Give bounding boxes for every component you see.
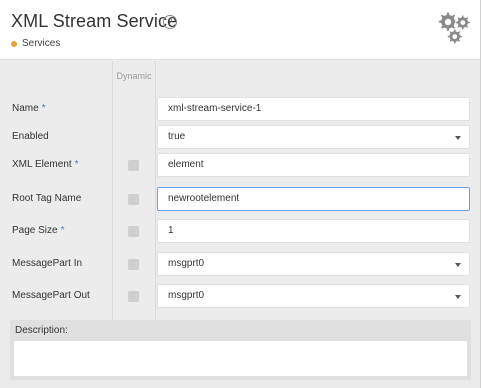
properties-form: Dynamic Name * xml-stream-service-1 Enabl…: [0, 61, 480, 320]
root-tag-name-dynamic-checkbox[interactable]: [128, 194, 139, 205]
chevron-down-icon: [455, 295, 461, 299]
chevron-down-icon: [455, 263, 461, 267]
messagepart-out-dynamic-checkbox[interactable]: [128, 291, 139, 302]
xml-element-input[interactable]: element: [157, 153, 470, 177]
enabled-select-value: true: [168, 131, 186, 142]
messagepart-in-dynamic-checkbox[interactable]: [128, 259, 139, 270]
required-marker: *: [74, 159, 79, 170]
messagepart-in-select[interactable]: msgprt0: [157, 252, 470, 276]
description-label: Description:: [15, 325, 68, 336]
root-tag-name-input[interactable]: newrootelement: [157, 187, 470, 211]
messagepart-out-select-value: msgprt0: [168, 290, 205, 301]
chevron-down-icon: [455, 136, 461, 140]
required-marker: *: [60, 225, 65, 236]
name-input[interactable]: xml-stream-service-1: [157, 97, 470, 121]
breadcrumb: Services: [11, 38, 60, 49]
help-icon[interactable]: ?: [163, 15, 177, 29]
messagepart-out-label: MessagePart Out: [12, 290, 90, 301]
page-size-label: Page Size *: [12, 225, 65, 236]
row-messagepart-out: MessagePart Out msgprt0: [0, 284, 480, 310]
xml-element-label: XML Element *: [12, 159, 79, 170]
page-title: XML Stream Service: [11, 11, 178, 31]
breadcrumb-dot: [11, 40, 17, 47]
name-label: Name *: [12, 103, 46, 114]
root-tag-name-label: Root Tag Name: [12, 193, 82, 204]
page-size-input[interactable]: 1: [157, 219, 470, 243]
row-messagepart-in: MessagePart In msgprt0: [0, 252, 480, 278]
header: XML Stream Service ? Services: [0, 0, 480, 60]
enabled-select[interactable]: true: [157, 125, 470, 149]
xml-element-dynamic-checkbox[interactable]: [128, 160, 139, 171]
row-name: Name * xml-stream-service-1: [0, 97, 480, 123]
page-size-dynamic-checkbox[interactable]: [128, 226, 139, 237]
gears-icon[interactable]: [434, 9, 472, 47]
row-xml-element: XML Element * element: [0, 153, 480, 179]
description-section: Description:: [10, 320, 471, 380]
row-enabled: Enabled true: [0, 125, 480, 151]
messagepart-in-select-value: msgprt0: [168, 258, 205, 269]
xml-stream-service-window: XML Stream Service ? Services Dynamic Na…: [0, 0, 481, 388]
enabled-label: Enabled: [12, 131, 49, 142]
messagepart-in-label: MessagePart In: [12, 258, 83, 269]
messagepart-out-select[interactable]: msgprt0: [157, 284, 470, 308]
breadcrumb-services[interactable]: Services: [22, 38, 60, 49]
row-root-tag-name: Root Tag Name newrootelement: [0, 187, 480, 213]
required-marker: *: [41, 103, 46, 114]
row-page-size: Page Size * 1: [0, 219, 480, 245]
description-textarea[interactable]: [13, 340, 468, 377]
dynamic-column-header: Dynamic: [116, 71, 152, 81]
